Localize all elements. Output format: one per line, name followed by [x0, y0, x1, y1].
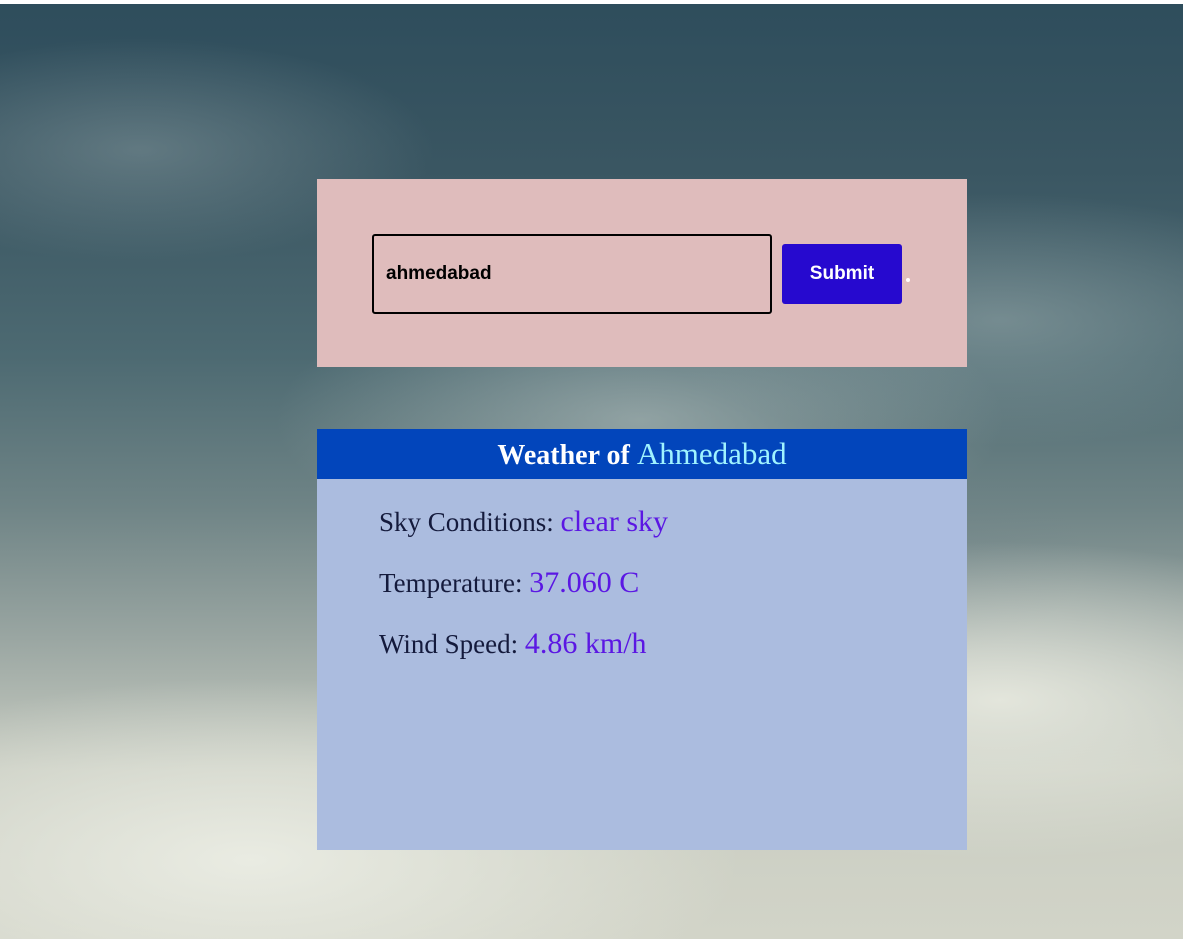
temperature-value: 37.060 C — [529, 566, 640, 599]
weather-heading: Weather of Ahmedabad — [317, 429, 967, 479]
search-panel: Submit — [317, 179, 967, 367]
weather-heading-prefix: Weather of — [497, 440, 630, 471]
weather-city-name: Ahmedabad — [636, 436, 787, 471]
submit-button[interactable]: Submit — [782, 244, 902, 304]
top-border — [0, 0, 1183, 4]
city-search-input[interactable] — [372, 234, 772, 314]
temperature-label: Temperature: — [379, 568, 523, 598]
sky-conditions-row: Sky Conditions: clear sky — [379, 505, 668, 539]
decorative-dot — [906, 278, 910, 282]
wind-speed-value: 4.86 km/h — [524, 627, 647, 660]
sky-conditions-value: clear sky — [560, 505, 668, 538]
temperature-row: Temperature: 37.060 C — [379, 566, 639, 600]
sky-conditions-label: Sky Conditions: — [379, 507, 554, 537]
wind-speed-row: Wind Speed: 4.86 km/h — [379, 627, 647, 661]
wind-speed-label: Wind Speed: — [379, 629, 519, 659]
weather-result-panel: Weather of Ahmedabad Sky Conditions: cle… — [317, 429, 967, 850]
